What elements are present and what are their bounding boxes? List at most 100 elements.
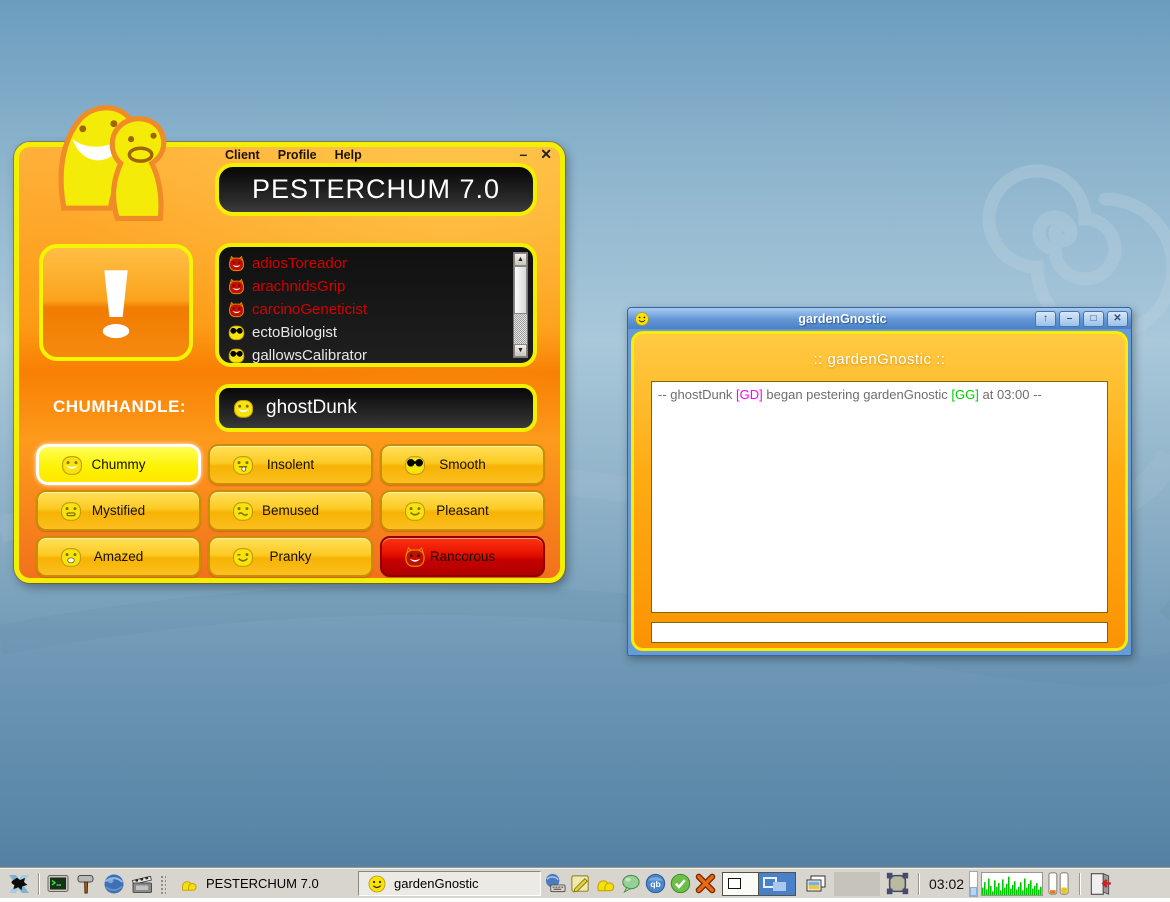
separator <box>38 873 39 895</box>
mood-button-pranky[interactable]: Pranky <box>208 536 373 577</box>
chat-header: :: gardenGnostic :: <box>634 351 1125 368</box>
mood-label: Smooth <box>439 457 486 472</box>
chat-panel: :: gardenGnostic :: -- ghostDunk [GD] be… <box>631 331 1128 651</box>
chum-row[interactable]: arachnidsGrip <box>228 275 509 298</box>
mood-label: Rancorous <box>430 549 495 564</box>
mood-label: Pleasant <box>436 503 489 518</box>
message-part: [GG] <box>951 387 978 402</box>
task-label: PESTERCHUM 7.0 <box>206 876 319 891</box>
notes-icon[interactable] <box>569 872 592 895</box>
iconbox <box>834 872 880 896</box>
message-part: -- ghostDunk <box>658 387 736 402</box>
hammer-icon[interactable] <box>74 872 98 896</box>
pesterchum-blob-icon[interactable] <box>594 872 617 895</box>
xchat-icon[interactable] <box>694 872 717 895</box>
rancorous-mood-icon <box>228 301 245 318</box>
insolent-mood-icon <box>221 454 243 476</box>
photos-icon[interactable] <box>802 872 830 896</box>
chat-message-area[interactable]: -- ghostDunk [GD] began pestering garden… <box>651 381 1108 613</box>
mood-button-rancorous[interactable]: Rancorous <box>380 536 545 577</box>
grip-handle[interactable] <box>159 874 166 894</box>
mood-button-chummy[interactable]: Chummy <box>36 444 201 485</box>
mood-label: Pranky <box>269 549 311 564</box>
chummy-mood-icon <box>233 398 254 419</box>
chat-window-title: gardenGnostic <box>653 312 1032 326</box>
mood-label: Bemused <box>262 503 319 518</box>
svg-text:qb: qb <box>650 879 661 889</box>
scroll-down-icon[interactable]: ▼ <box>514 344 527 357</box>
globe-icon[interactable] <box>102 872 126 896</box>
screenshot-frame-icon[interactable] <box>884 870 911 897</box>
smiley-icon <box>367 874 387 894</box>
chum-row[interactable]: adiosToreador <box>228 252 509 275</box>
task-pesterchum[interactable]: PESTERCHUM 7.0 <box>171 871 354 896</box>
menu-client[interactable]: Client <box>225 148 260 162</box>
chum-name: carcinoGeneticist <box>252 301 367 318</box>
chat-titlebar[interactable]: gardenGnostic ↑ – □ ✕ <box>628 308 1131 329</box>
app-title: PESTERCHUM 7.0 <box>215 163 537 216</box>
x11-logo-icon[interactable] <box>7 872 31 896</box>
check-circle-icon[interactable] <box>669 872 692 895</box>
message-part: [GD] <box>736 387 763 402</box>
chum-items: adiosToreador arachnidsGrip carcinoGenetic… <box>228 252 509 367</box>
menu-profile[interactable]: Profile <box>278 148 317 162</box>
mood-button-insolent[interactable]: Insolent <box>208 444 373 485</box>
amazed-mood-icon <box>49 546 71 568</box>
chat-bubble-icon[interactable] <box>619 872 642 895</box>
chum-name: gallowsCalibrator <box>252 347 367 364</box>
workspace-1[interactable] <box>723 873 759 895</box>
task-gardengnostic[interactable]: gardenGnostic <box>358 871 541 896</box>
network-icon[interactable] <box>544 872 567 895</box>
exclamation-icon <box>77 257 155 349</box>
qbittorrent-icon[interactable]: qb <box>644 872 667 895</box>
workspace-2-active[interactable] <box>759 873 795 895</box>
logout-door-icon[interactable] <box>1087 871 1113 897</box>
scroll-thumb[interactable] <box>514 266 527 314</box>
menu-help[interactable]: Help <box>335 148 362 162</box>
shade-button[interactable]: ↑ <box>1035 311 1056 327</box>
film-icon[interactable] <box>130 872 154 896</box>
smooth-mood-icon <box>228 324 245 341</box>
minimize-button[interactable]: – <box>1059 311 1080 327</box>
close-button[interactable]: ✕ <box>540 146 552 163</box>
chumhandle-box[interactable]: ghostDunk <box>215 384 537 432</box>
mood-button-smooth[interactable]: Smooth <box>380 444 545 485</box>
taskbar: PESTERCHUM 7.0 gardenGnostic qb 03:02 <box>0 868 1170 898</box>
pranky-mood-icon <box>221 546 243 568</box>
mood-button-pleasant[interactable]: Pleasant <box>380 490 545 531</box>
mood-button-grid: Chummy Insolent Smooth Mystified Bemused Plea… <box>36 444 545 577</box>
chum-row[interactable]: ectoBiologist <box>228 321 509 344</box>
pesterchum-blob-icon <box>179 874 199 894</box>
scroll-up-icon[interactable]: ▲ <box>514 253 527 266</box>
mood-button-mystified[interactable]: Mystified <box>36 490 201 531</box>
workspace-pager[interactable] <box>722 872 796 896</box>
minimize-button[interactable]: – <box>519 146 527 163</box>
meter-icon <box>1045 870 1072 897</box>
smooth-mood-icon <box>393 454 415 476</box>
chumhandle-value: ghostDunk <box>266 397 357 419</box>
terminal-icon[interactable] <box>46 872 70 896</box>
rancorous-mood-icon <box>228 278 245 295</box>
pleasant-mood-icon <box>393 500 415 522</box>
chum-list[interactable]: adiosToreador arachnidsGrip carcinoGenetic… <box>215 243 537 367</box>
chum-list-scrollbar[interactable]: ▲ ▼ <box>513 252 528 358</box>
chum-name: arachnidsGrip <box>252 278 345 295</box>
chat-input[interactable] <box>651 622 1108 643</box>
smooth-mood-icon <box>228 347 245 364</box>
mood-label: Insolent <box>267 457 314 472</box>
task-label: gardenGnostic <box>394 876 479 891</box>
mood-button-bemused[interactable]: Bemused <box>208 490 373 531</box>
chum-row[interactable]: carcinoGeneticist <box>228 298 509 321</box>
mood-label: Mystified <box>92 503 145 518</box>
mini-scrollbar[interactable] <box>969 871 978 897</box>
rancorous-mood-icon <box>228 255 245 272</box>
mood-button-amazed[interactable]: Amazed <box>36 536 201 577</box>
separator <box>1079 873 1080 895</box>
menubar: Client Profile Help <box>225 148 362 162</box>
maximize-button[interactable]: □ <box>1083 311 1104 327</box>
mood-label: Amazed <box>94 549 144 564</box>
close-button[interactable]: ✕ <box>1107 311 1128 327</box>
chum-row[interactable]: gallowsCalibrator <box>228 344 509 367</box>
smiley-icon <box>634 311 650 327</box>
mood-label: Chummy <box>91 457 145 472</box>
